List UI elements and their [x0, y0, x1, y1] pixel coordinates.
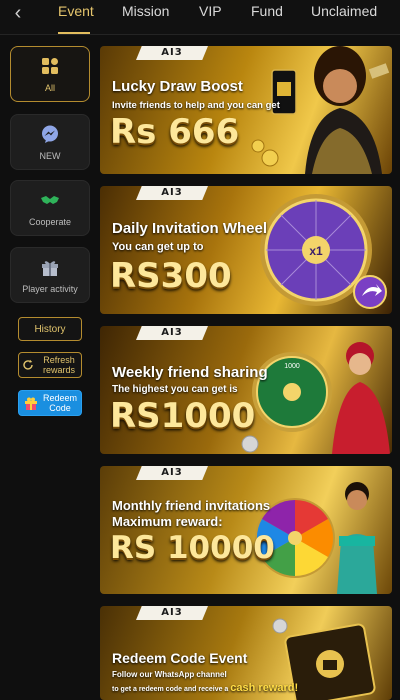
gift-box-icon — [25, 397, 37, 410]
brand-logo: AI3 — [136, 186, 208, 200]
wheel-top-label: 1000 — [284, 363, 300, 370]
banner-daily-invitation-wheel[interactable]: AI3 x1 Daily Invitation Wheel You can ge… — [100, 186, 392, 314]
sidebar-item-label: All — [44, 83, 55, 93]
top-nav: ‹ Event Mission VIP Fund Unclaimed — [0, 0, 400, 35]
gift-icon — [42, 261, 58, 276]
handshake-icon — [41, 196, 59, 204]
green-wheel-and-pilot-illustration: 1000 — [241, 342, 390, 454]
brand-logo: AI3 — [136, 326, 208, 340]
sidebar-item-all[interactable]: All — [10, 46, 90, 102]
refresh-label: Refresh rewards — [42, 355, 75, 375]
banner-title: Monthly friend invitations — [112, 498, 271, 513]
banner-weekly-friend-sharing[interactable]: AI3 1000 Weekly friend sharing The highe… — [100, 326, 392, 454]
banner-title: Lucky Draw Boost — [112, 78, 243, 95]
banner-amount: RS300 — [110, 256, 232, 296]
banner-subtitle: You can get up to — [112, 241, 204, 253]
banner-title: Weekly friend sharing — [112, 364, 268, 381]
messenger-icon — [42, 125, 58, 143]
tab-vip[interactable]: VIP — [199, 3, 222, 29]
wheel-center-label: x1 — [309, 244, 323, 258]
banner-subtitle: Invite friends to help and you can get — [112, 100, 280, 111]
grid-icon — [42, 58, 58, 74]
tab-event[interactable]: Event — [58, 3, 94, 29]
sidebar-item-label: Player activity — [22, 284, 78, 294]
banner-title: Redeem Code Event — [112, 650, 248, 666]
tab-fund[interactable]: Fund — [251, 3, 283, 29]
redeem-code-button[interactable]: Redeem Code — [18, 390, 82, 416]
brand-logo: AI3 — [136, 606, 208, 620]
tab-unclaimed[interactable]: Unclaimed — [311, 3, 377, 29]
sidebar: All NEW Cooperate Player activity Histor… — [0, 34, 94, 700]
history-label: History — [34, 324, 66, 335]
chevron-left-icon: ‹ — [14, 2, 22, 24]
banner-amount: RS1000 — [110, 396, 256, 436]
brand-logo: AI3 — [136, 46, 208, 60]
banner-redeem-code-event[interactable]: AI3 Redeem Code Event Follow our WhatsAp… — [100, 606, 392, 700]
sidebar-item-cooperate[interactable]: Cooperate — [10, 180, 90, 236]
sidebar-item-label: Cooperate — [28, 217, 72, 227]
sidebar-item-player-activity[interactable]: Player activity — [10, 247, 90, 303]
history-button[interactable]: History — [18, 317, 82, 341]
banner-title: Daily Invitation Wheel — [112, 220, 268, 237]
banner-monthly-friend-invitations[interactable]: AI3 Monthly friend invitations Maximum r… — [100, 466, 392, 594]
banner-amount: RS 10000 — [110, 530, 275, 566]
refresh-rewards-button[interactable]: Refresh rewards — [18, 352, 82, 378]
banner-subtitle: Maximum reward: — [112, 514, 223, 529]
sidebar-item-new[interactable]: NEW — [10, 114, 90, 170]
cash-reward-highlight: cash reward! — [230, 682, 299, 694]
brand-logo: AI3 — [136, 466, 208, 480]
banner-subtitle: Follow our WhatsApp channel — [112, 670, 227, 679]
refresh-icon — [23, 359, 33, 370]
tab-mission[interactable]: Mission — [122, 3, 169, 29]
back-button[interactable]: ‹ — [6, 2, 30, 26]
prize-wheel-illustration: x1 — [260, 194, 387, 309]
sidebar-item-label: NEW — [39, 151, 61, 161]
redeem-label: Redeem Code — [42, 393, 78, 413]
banner-amount: Rs 666 — [110, 112, 240, 152]
banner-subtitle-line-2: to get a redeem code and receive a cash … — [112, 682, 299, 694]
banner-lucky-draw-boost[interactable]: AI3 Lucky Draw Boost Invite friends to h… — [100, 46, 392, 174]
banner-subtitle: The highest you can get is — [112, 384, 238, 395]
